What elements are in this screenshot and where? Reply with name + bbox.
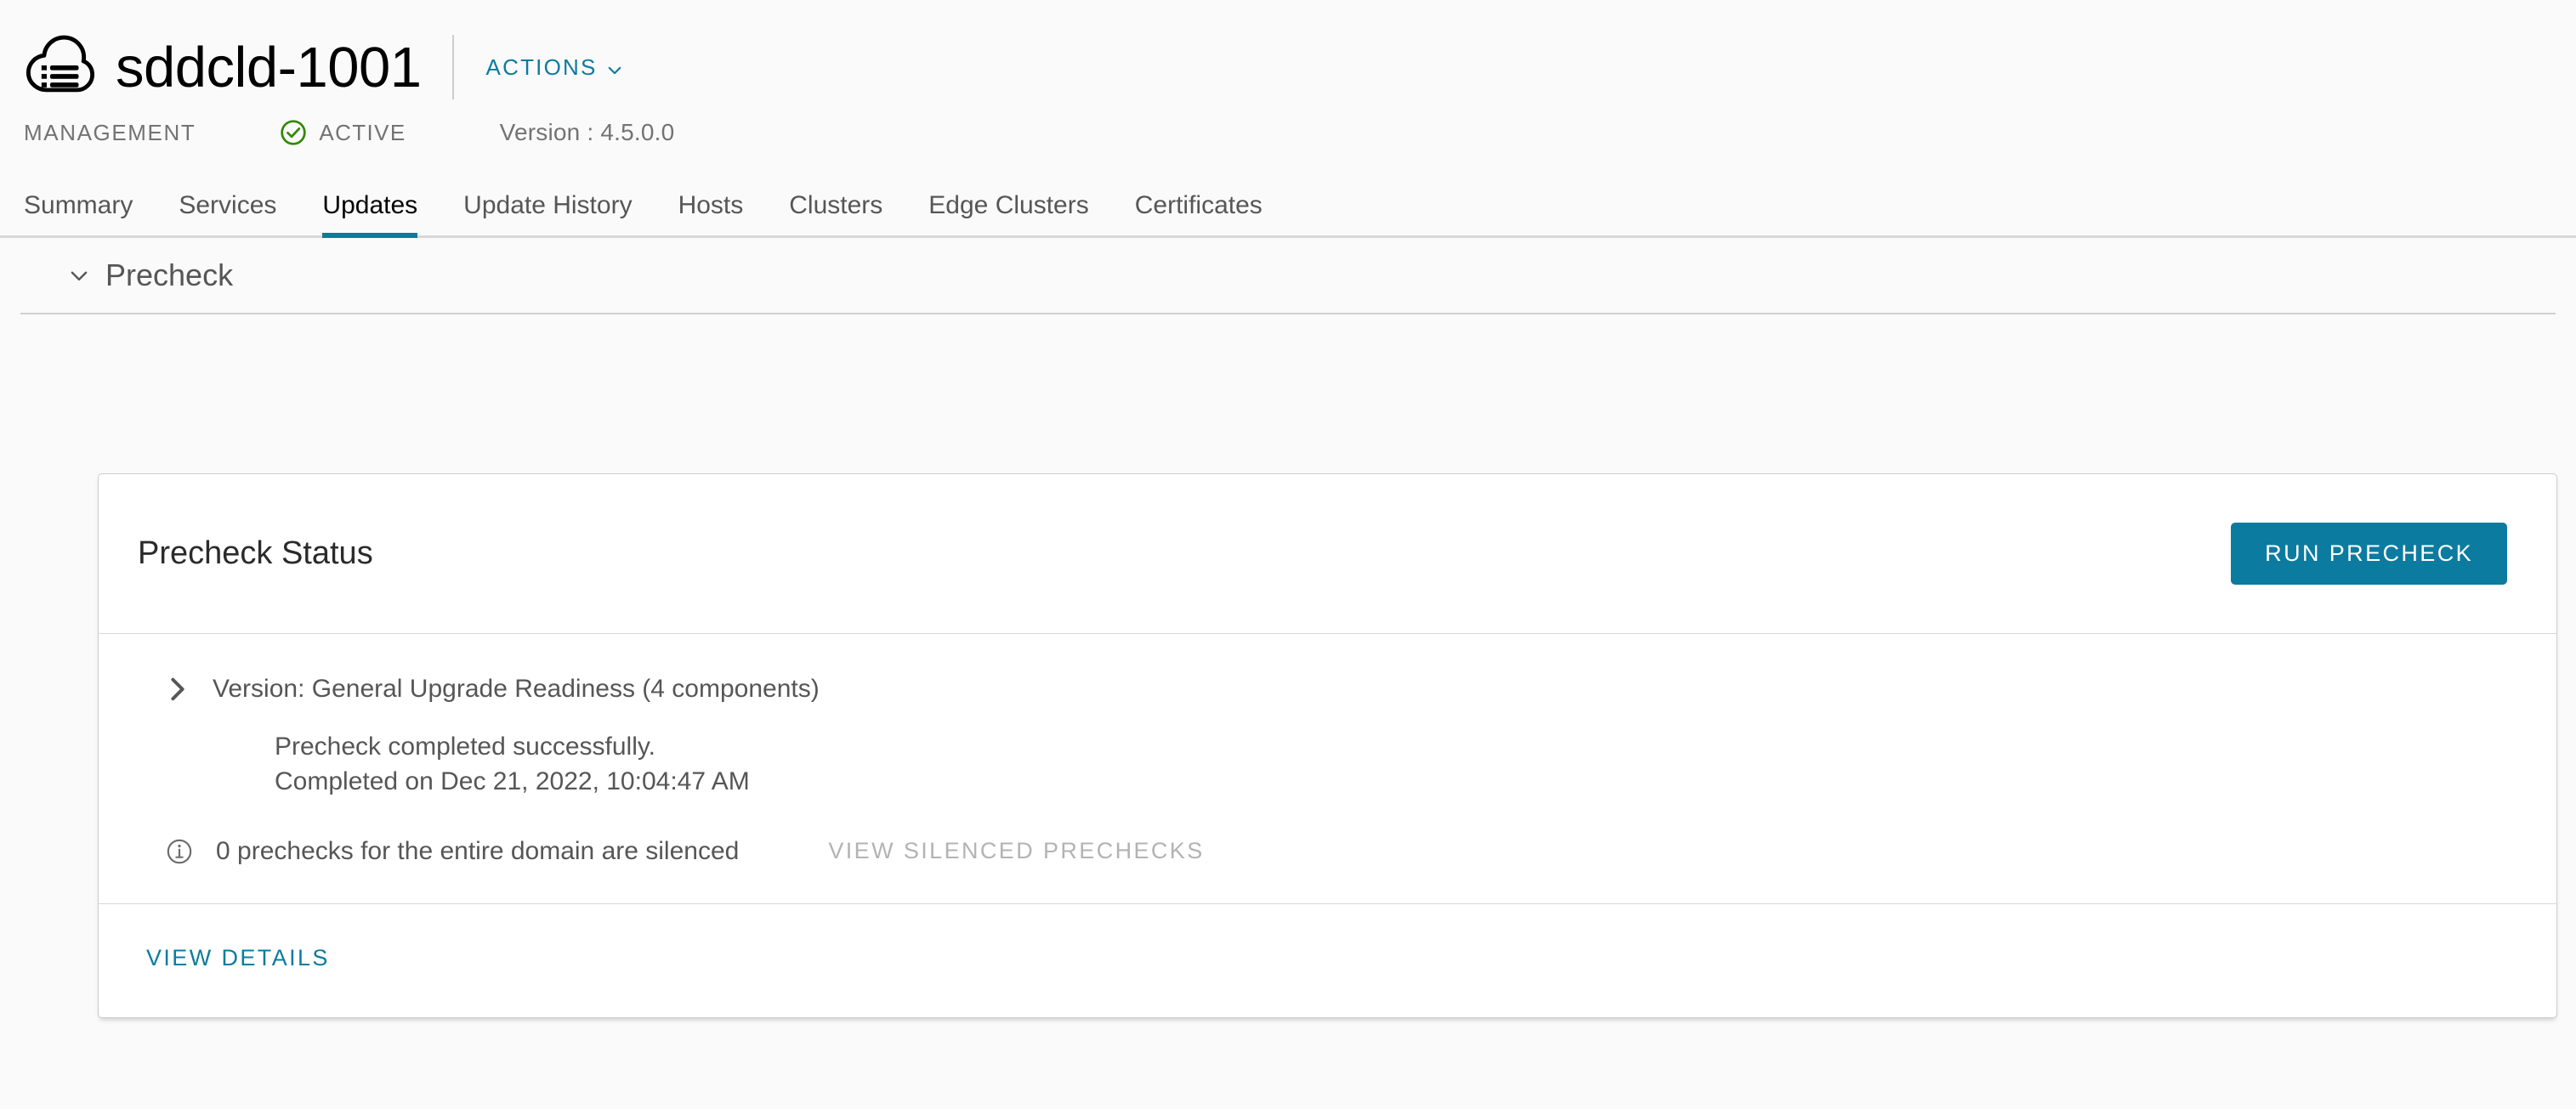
actions-button-label: ACTIONS <box>485 54 598 80</box>
chevron-right-icon <box>165 675 190 704</box>
precheck-card-body: Version: General Upgrade Readiness (4 co… <box>99 634 2556 904</box>
precheck-section-header[interactable]: Precheck <box>20 238 2556 314</box>
precheck-section-title: Precheck <box>105 257 234 292</box>
page-title: sddcld-1001 <box>116 35 422 99</box>
version-label: Version : 4.5.0.0 <box>499 119 675 145</box>
tab-services[interactable]: Services <box>179 191 276 235</box>
view-silenced-prechecks-link[interactable]: VIEW SILENCED PRECHECKS <box>828 838 1204 864</box>
run-precheck-button[interactable]: RUN PRECHECK <box>2231 523 2507 585</box>
silenced-prechecks-row: 0 prechecks for the entire domain are si… <box>165 837 2507 866</box>
domain-meta-row: MANAGEMENT ACTIVE Version : 4.5.0.0 <box>0 109 2576 156</box>
chevron-down-icon <box>68 264 90 286</box>
tab-summary[interactable]: Summary <box>24 191 133 235</box>
precheck-version-expander[interactable]: Version: General Upgrade Readiness (4 co… <box>148 675 2507 704</box>
tab-update-history[interactable]: Update History <box>463 191 632 235</box>
precheck-result-text: Precheck completed successfully. <box>275 733 655 761</box>
precheck-card-footer: VIEW DETAILS <box>99 904 2556 1017</box>
page-header: sddcld-1001 ACTIONS <box>0 0 2576 102</box>
header-divider <box>451 35 454 99</box>
domain-type-label: MANAGEMENT <box>24 119 196 145</box>
precheck-status-lines: Precheck completed successfully. Complet… <box>275 729 2507 800</box>
actions-button[interactable]: ACTIONS <box>483 49 627 86</box>
tab-hosts[interactable]: Hosts <box>678 191 744 235</box>
precheck-status-card: Precheck Status RUN PRECHECK Version: Ge… <box>98 473 2557 1018</box>
tab-updates[interactable]: Updates <box>322 191 417 238</box>
precheck-card-title: Precheck Status <box>138 535 373 571</box>
precheck-completed-text: Completed on Dec 21, 2022, 10:04:47 AM <box>275 767 750 796</box>
chevron-down-icon <box>606 59 623 76</box>
tab-clusters[interactable]: Clusters <box>789 191 882 235</box>
sddc-domain-page: sddcld-1001 ACTIONS MANAGEMENT ACTIVE Ve… <box>0 0 2576 1109</box>
status-badge-label: ACTIVE <box>319 119 406 145</box>
sddc-cloud-icon <box>24 31 97 104</box>
silenced-prechecks-text: 0 prechecks for the entire domain are si… <box>216 836 740 865</box>
tab-edge-clusters[interactable]: Edge Clusters <box>928 191 1088 235</box>
precheck-version-label: Version: General Upgrade Readiness (4 co… <box>213 675 820 703</box>
status-badge: ACTIVE <box>279 118 406 147</box>
info-circle-icon <box>165 837 194 866</box>
tab-certificates[interactable]: Certificates <box>1135 191 1262 235</box>
view-details-link[interactable]: VIEW DETAILS <box>146 945 330 971</box>
tab-bar: Summary Services Updates Update History … <box>0 170 2576 238</box>
success-check-circle-icon <box>279 118 308 147</box>
precheck-card-header: Precheck Status RUN PRECHECK <box>99 474 2556 634</box>
